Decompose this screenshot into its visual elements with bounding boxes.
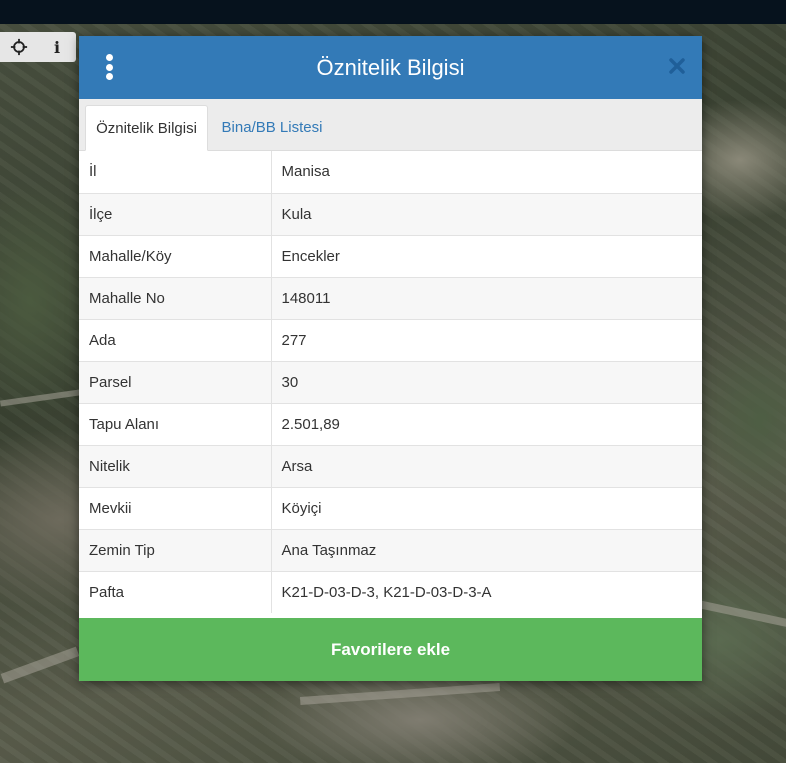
tab-bar: Öznitelik Bilgisi Bina/BB Listesi [79, 99, 702, 151]
vertical-dots-icon [105, 54, 113, 80]
attribute-key: Zemin Tip [79, 528, 272, 571]
attribute-key: İlçe [79, 192, 272, 235]
table-row: Mahalle/Köy Encekler [79, 234, 702, 277]
table-row: Pafta K21-D-03-D-3, K21-D-03-D-3-A [79, 570, 702, 613]
attribute-value: Encekler [271, 234, 702, 277]
table-row: İlçe Kula [79, 192, 702, 235]
attribute-table: İl Manisa İlçe Kula Mahalle/Köy Encekler Ma… [79, 151, 702, 613]
attribute-key: Mahalle/Köy [79, 234, 272, 277]
top-bar [0, 0, 786, 24]
attribute-value: Köyiçi [271, 486, 702, 529]
tab-building-list[interactable]: Bina/BB Listesi [210, 105, 334, 149]
info-button[interactable]: i [38, 32, 76, 62]
attribute-value: Kula [271, 192, 702, 235]
table-row: Zemin Tip Ana Taşınmaz [79, 528, 702, 571]
table-row: Parsel 30 [79, 360, 702, 403]
map-road [0, 646, 80, 684]
table-row: Tapu Alanı 2.501,89 [79, 402, 702, 445]
attribute-key: Mevkii [79, 486, 272, 529]
table-row: Mahalle No 148011 [79, 276, 702, 319]
map-road [299, 683, 501, 705]
close-button[interactable] [668, 55, 686, 77]
map-toolbar: i [0, 32, 76, 62]
table-row: Nitelik Arsa [79, 444, 702, 487]
attribute-value: K21-D-03-D-3, K21-D-03-D-3-A [271, 570, 702, 613]
attribute-key: Pafta [79, 570, 272, 613]
attribute-key: Mahalle No [79, 276, 272, 319]
info-icon: i [53, 37, 61, 57]
attribute-value: Arsa [271, 444, 702, 487]
attribute-key: İl [79, 151, 272, 193]
attribute-value: 30 [271, 360, 702, 403]
table-row: Mevkii Köyiçi [79, 486, 702, 529]
map-road [700, 600, 786, 628]
attribute-value: 2.501,89 [271, 402, 702, 445]
attribute-value: 148011 [271, 276, 702, 319]
menu-button[interactable] [101, 54, 117, 80]
add-to-favorites-button[interactable]: Favorilere ekle [79, 618, 702, 681]
attribute-key: Ada [79, 318, 272, 361]
crosshair-icon [10, 38, 28, 56]
attribute-value: Manisa [281, 163, 330, 181]
locate-button[interactable] [0, 32, 38, 62]
attribute-info-modal: Öznitelik Bilgisi Öznitelik Bilgisi Bina… [79, 36, 702, 681]
map-road [0, 389, 81, 407]
attribute-key: Parsel [79, 360, 272, 403]
table-row: İl Manisa [79, 151, 702, 193]
modal-title: Öznitelik Bilgisi [316, 54, 465, 80]
attribute-value: Ana Taşınmaz [271, 528, 702, 571]
tab-attribute-info[interactable]: Öznitelik Bilgisi [85, 105, 208, 151]
attribute-value: 277 [271, 318, 702, 361]
close-icon [669, 58, 685, 74]
table-row: Ada 277 [79, 318, 702, 361]
attribute-key: Tapu Alanı [79, 402, 272, 445]
attribute-key: Nitelik [79, 444, 272, 487]
modal-header: Öznitelik Bilgisi [79, 36, 702, 99]
